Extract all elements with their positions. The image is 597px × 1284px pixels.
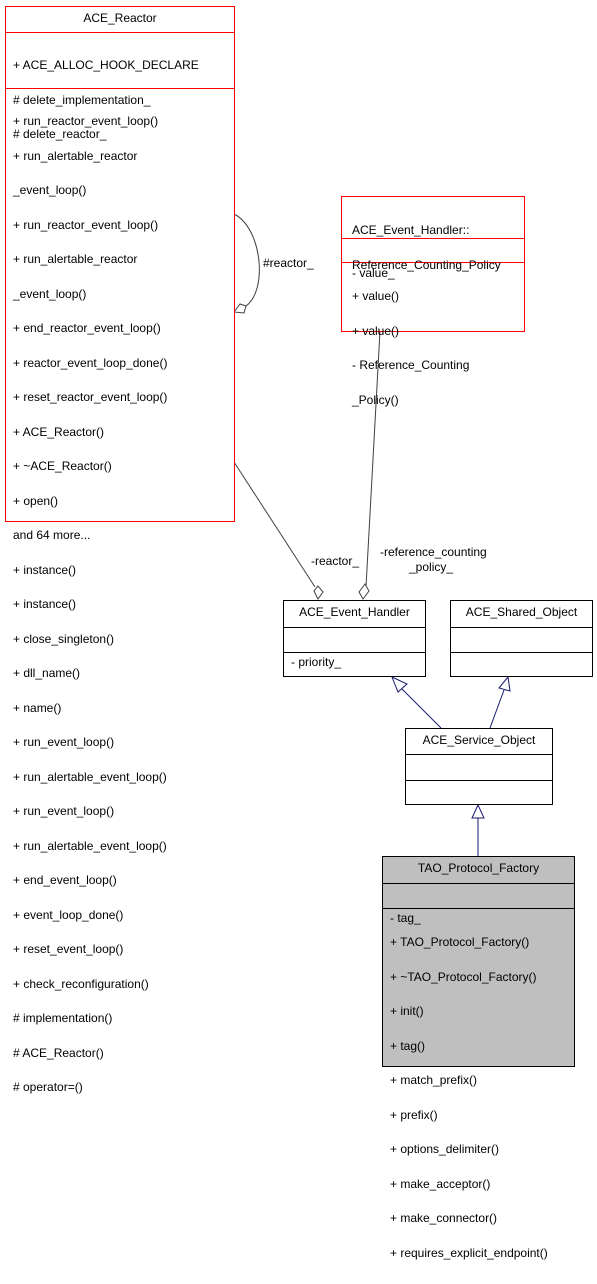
more-members-link[interactable]: and 64 more... <box>13 529 227 542</box>
method: + check_reconfiguration() <box>13 976 149 991</box>
edge-reactor-self <box>233 213 260 307</box>
method: + run_alertable_event_loop() <box>13 838 167 853</box>
class-ace-shared-object[interactable]: ACE_Shared_Object <box>450 600 593 677</box>
methods-section <box>406 780 552 804</box>
class-ace-reactor[interactable]: ACE_Reactor + ACE_ALLOC_HOOK_DECLARE # d… <box>5 6 235 1093</box>
method: + ~ACE_Reactor() <box>13 459 112 473</box>
method: + run_reactor_event_loop() <box>13 217 159 232</box>
class-name: ACE_Reactor <box>83 11 157 25</box>
method: + run_reactor_event_loop() <box>13 114 159 128</box>
edge-label-reference-counting-policy-cont: _policy_ <box>409 560 454 574</box>
method: + run_alertable_event_loop() <box>13 769 167 784</box>
method: + reset_reactor_event_loop() <box>13 390 168 404</box>
class-ace-service-object[interactable]: ACE_Service_Object <box>405 728 553 805</box>
inheritance-arrow-icon <box>498 675 511 692</box>
edge-reactor <box>233 461 316 588</box>
method: + ACE_Reactor() <box>13 424 105 439</box>
method: _event_loop() <box>13 183 87 197</box>
class-ace-event-handler[interactable]: ACE_Event_Handler - priority_ <box>283 600 426 677</box>
class-name: TAO_Protocol_Factory <box>417 861 540 875</box>
method: + reset_event_loop() <box>13 942 124 956</box>
class-name-line: ACE_Event_Handler:: <box>352 223 470 237</box>
method: + run_alertable_reactor <box>13 252 138 266</box>
aggregation-diamond-icon <box>358 583 370 600</box>
method: + ~TAO_Protocol_Factory() <box>390 969 537 984</box>
method: + open() <box>13 493 59 508</box>
method: # ACE_Reactor() <box>13 1045 104 1060</box>
aggregation-diamond-icon <box>313 585 324 600</box>
method: + requires_explicit_endpoint() <box>390 1245 548 1260</box>
class-name: ACE_Event_Handler <box>299 605 410 619</box>
method: + run_event_loop() <box>13 735 115 749</box>
edge-label-reactor: -reactor_ <box>311 554 360 568</box>
class-reference-counting-policy[interactable]: ACE_Event_Handler:: Reference_Counting_P… <box>341 196 525 405</box>
methods-section: + value() + value() - Reference_Counting… <box>342 262 524 431</box>
method: + tag() <box>390 1038 426 1053</box>
method: + end_event_loop() <box>13 873 117 887</box>
class-tao-protocol-factory[interactable]: TAO_Protocol_Factory - tag_ + TAO_Protoc… <box>382 856 575 1258</box>
attributes-section: + ACE_ALLOC_HOOK_DECLARE # delete_implem… <box>6 32 234 140</box>
method: # implementation() <box>13 1011 113 1025</box>
method: + run_alertable_reactor <box>13 148 138 163</box>
method: + value() <box>352 289 400 303</box>
method: + dll_name() <box>13 666 81 680</box>
method: + name() <box>13 700 62 715</box>
aggregation-diamond-icon <box>233 303 247 314</box>
method: + value() <box>352 323 400 338</box>
class-name: ACE_Shared_Object <box>465 605 578 619</box>
edge-label-self-reactor: #reactor_ <box>263 256 314 270</box>
method: + TAO_Protocol_Factory() <box>390 935 530 949</box>
method: + make_acceptor() <box>390 1176 491 1191</box>
method: + event_loop_done() <box>13 907 124 922</box>
method: + match_prefix() <box>390 1073 478 1087</box>
method: + init() <box>390 1004 424 1018</box>
method: + run_event_loop() <box>13 804 115 818</box>
methods-section: + run_reactor_event_loop() + run_alertab… <box>6 88 234 1119</box>
methods-section: + TAO_Protocol_Factory() + ~TAO_Protocol… <box>383 908 574 1284</box>
method: + instance() <box>13 597 77 611</box>
method: + options_delimiter() <box>390 1142 500 1156</box>
attributes-section: - tag_ <box>383 883 574 924</box>
edge-inherit-shared-object <box>489 689 505 729</box>
edge-inherit-event-handler <box>400 687 442 729</box>
method: + make_connector() <box>390 1211 498 1225</box>
attributes-section <box>451 627 592 652</box>
method: + prefix() <box>390 1107 438 1122</box>
method: + instance() <box>13 562 77 577</box>
edge-label-reference-counting-policy: -reference_counting <box>380 545 487 559</box>
attribute: + ACE_ALLOC_HOOK_DECLARE <box>13 58 199 72</box>
method: _event_loop() <box>13 286 87 301</box>
method: _Policy() <box>352 392 399 407</box>
method: + end_reactor_event_loop() <box>13 321 161 335</box>
class-name: ACE_Service_Object <box>422 733 536 747</box>
attributes-section: - priority_ <box>284 627 425 668</box>
method: + close_singleton() <box>13 631 115 646</box>
method: + reactor_event_loop_done() <box>13 355 168 370</box>
method: - Reference_Counting <box>352 358 470 372</box>
methods-section <box>451 652 592 676</box>
attributes-section <box>406 754 552 780</box>
method: # operator=() <box>13 1080 83 1094</box>
class-name: ACE_Event_Handler:: Reference_Counting_P… <box>342 197 524 270</box>
inheritance-arrow-icon <box>471 803 485 819</box>
